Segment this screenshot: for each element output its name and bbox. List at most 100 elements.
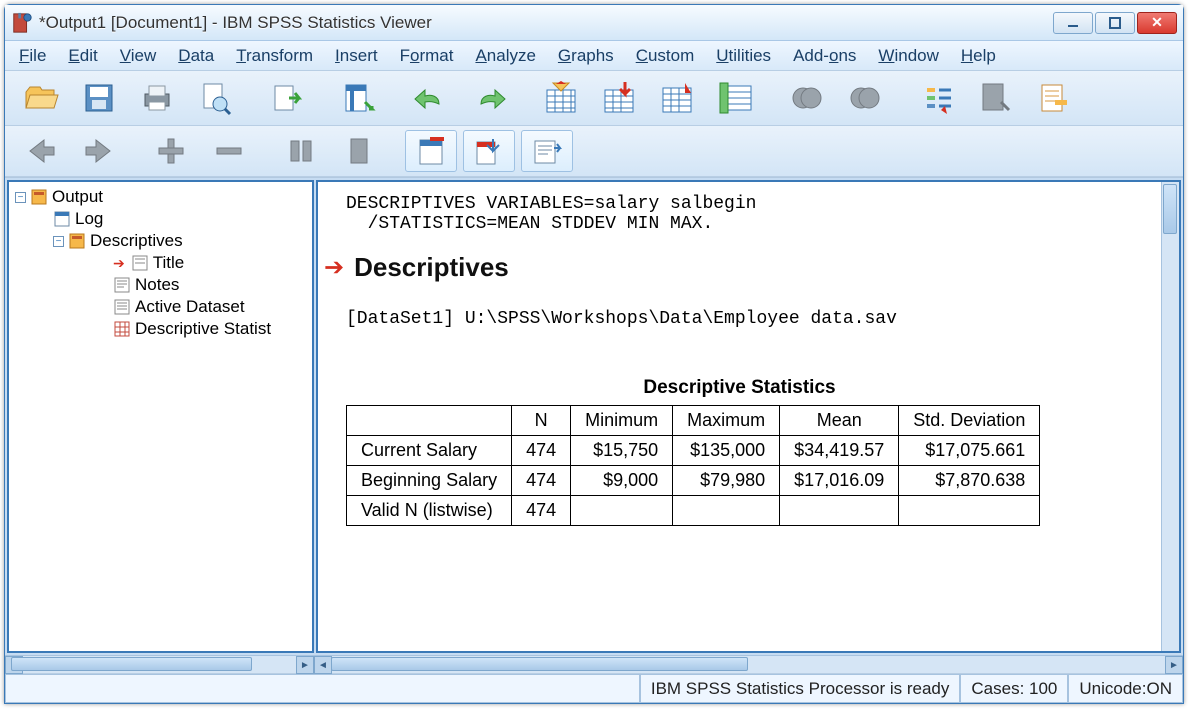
status-unicode: Unicode:ON (1068, 674, 1183, 703)
promote-button[interactable] (145, 130, 197, 172)
section-heading: Descriptives (354, 252, 509, 283)
menu-format[interactable]: Format (400, 46, 454, 66)
outline-title[interactable]: ➔ Title (9, 252, 312, 274)
statusbar: IBM SPSS Statistics Processor is ready C… (5, 673, 1183, 703)
folder-icon (68, 232, 86, 250)
undo-button[interactable] (405, 75, 457, 121)
arrow-icon: ➔ (324, 253, 344, 282)
menu-graphs[interactable]: Graphs (558, 46, 614, 66)
outline-active-label: Active Dataset (135, 297, 245, 317)
menu-addons[interactable]: Add-ons (793, 46, 856, 66)
collapse-icon[interactable]: − (53, 236, 64, 247)
content-body: − Output Log − Descriptives ➔ Title Note… (5, 177, 1183, 655)
show-hide-button[interactable] (405, 130, 457, 172)
outline-root[interactable]: − Output (9, 186, 312, 208)
collapse-button[interactable] (333, 130, 385, 172)
outline-descriptives[interactable]: − Descriptives (9, 230, 312, 252)
log-icon (53, 210, 71, 228)
menu-window[interactable]: Window (878, 46, 938, 66)
menu-help[interactable]: Help (961, 46, 996, 66)
outline-log[interactable]: Log (9, 208, 312, 230)
export-button[interactable] (261, 75, 313, 121)
app-window: *Output1 [Document1] - IBM SPSS Statisti… (4, 4, 1184, 704)
outline-hscroll[interactable]: ◄ ► (5, 655, 314, 673)
run-script-button[interactable] (969, 75, 1021, 121)
title-icon (131, 254, 149, 272)
outline-descriptive-stats[interactable]: Descriptive Statist (9, 318, 312, 340)
status-processor: IBM SPSS Statistics Processor is ready (640, 674, 961, 703)
status-cases: Cases: 100 (960, 674, 1068, 703)
close-button[interactable]: ✕ (1137, 12, 1177, 34)
outline-pane[interactable]: − Output Log − Descriptives ➔ Title Note… (7, 180, 314, 653)
outline-descriptives-label: Descriptives (90, 231, 183, 251)
minimize-button[interactable] (1053, 12, 1093, 34)
save-button[interactable] (73, 75, 125, 121)
toolbar-secondary (5, 126, 1183, 177)
app-icon (11, 12, 33, 34)
nav-forward-button[interactable] (73, 130, 125, 172)
goto-data-button[interactable] (535, 75, 587, 121)
print-preview-button[interactable] (189, 75, 241, 121)
outline-notes[interactable]: Notes (9, 274, 312, 296)
print-button[interactable] (131, 75, 183, 121)
maximize-button[interactable] (1095, 12, 1135, 34)
insert-heading-button[interactable] (463, 130, 515, 172)
scroll-left-icon[interactable]: ◄ (314, 656, 332, 674)
demote-button[interactable] (203, 130, 255, 172)
open-button[interactable] (15, 75, 67, 121)
venn1-button[interactable] (781, 75, 833, 121)
menu-utilities[interactable]: Utilities (716, 46, 771, 66)
menu-edit[interactable]: Edit (68, 46, 97, 66)
col-mean: Mean (780, 406, 899, 436)
menu-analyze[interactable]: Analyze (475, 46, 535, 66)
outline-log-label: Log (75, 209, 103, 229)
collapse-icon[interactable]: − (15, 192, 26, 203)
syntax-block: DESCRIPTIVES VARIABLES=salary salbegin /… (318, 182, 1161, 238)
expand-button[interactable] (275, 130, 327, 172)
col-max: Maximum (673, 406, 780, 436)
dataset-icon (113, 298, 131, 316)
output-icon (30, 188, 48, 206)
outline-active-dataset[interactable]: Active Dataset (9, 296, 312, 318)
menubar: File Edit View Data Transform Insert For… (5, 41, 1183, 71)
scroll-right-icon[interactable]: ► (296, 656, 314, 674)
toolbar-primary (5, 71, 1183, 126)
goto-case-button[interactable] (593, 75, 645, 121)
menu-insert[interactable]: Insert (335, 46, 378, 66)
menu-custom[interactable]: Custom (636, 46, 695, 66)
venn2-button[interactable] (839, 75, 891, 121)
menu-data[interactable]: Data (178, 46, 214, 66)
outline-root-label: Output (52, 187, 103, 207)
vertical-scrollbar[interactable] (1161, 182, 1179, 651)
titlebar: *Output1 [Document1] - IBM SPSS Statisti… (5, 5, 1183, 41)
outline-stats-label: Descriptive Statist (135, 319, 271, 339)
insert-text-button[interactable] (521, 130, 573, 172)
menu-view[interactable]: View (120, 46, 157, 66)
menu-transform[interactable]: Transform (236, 46, 313, 66)
table-row: Beginning Salary 474 $9,000 $79,980 $17,… (347, 466, 1040, 496)
nav-back-button[interactable] (15, 130, 67, 172)
window-title: *Output1 [Document1] - IBM SPSS Statisti… (39, 13, 432, 33)
col-n: N (512, 406, 571, 436)
dialog-recall-button[interactable] (333, 75, 385, 121)
outline-title-label: Title (153, 253, 185, 273)
col-min: Minimum (571, 406, 673, 436)
table-row: Current Salary 474 $15,750 $135,000 $34,… (347, 436, 1040, 466)
heading-row: ➔ Descriptives (318, 238, 1161, 291)
new-syntax-button[interactable] (1027, 75, 1079, 121)
notes-icon (113, 276, 131, 294)
variables-button[interactable] (651, 75, 703, 121)
outline-notes-label: Notes (135, 275, 179, 295)
menu-file[interactable]: File (19, 46, 46, 66)
table-row: Valid N (listwise) 474 (347, 496, 1040, 526)
table-icon (113, 320, 131, 338)
viewer-pane[interactable]: DESCRIPTIVES VARIABLES=salary salbegin /… (316, 180, 1181, 653)
select-cases-button[interactable] (709, 75, 761, 121)
redo-button[interactable] (463, 75, 515, 121)
descriptive-stats-table: N Minimum Maximum Mean Std. Deviation Cu… (346, 405, 1040, 526)
dataset-line: [DataSet1] U:\SPSS\Workshops\Data\Employ… (318, 291, 1161, 347)
viewer-hscroll[interactable]: ◄ ► (314, 655, 1183, 673)
scroll-right-icon[interactable]: ► (1165, 656, 1183, 674)
designate-window-button[interactable] (911, 75, 963, 121)
table-title: Descriptive Statistics (318, 347, 1161, 399)
